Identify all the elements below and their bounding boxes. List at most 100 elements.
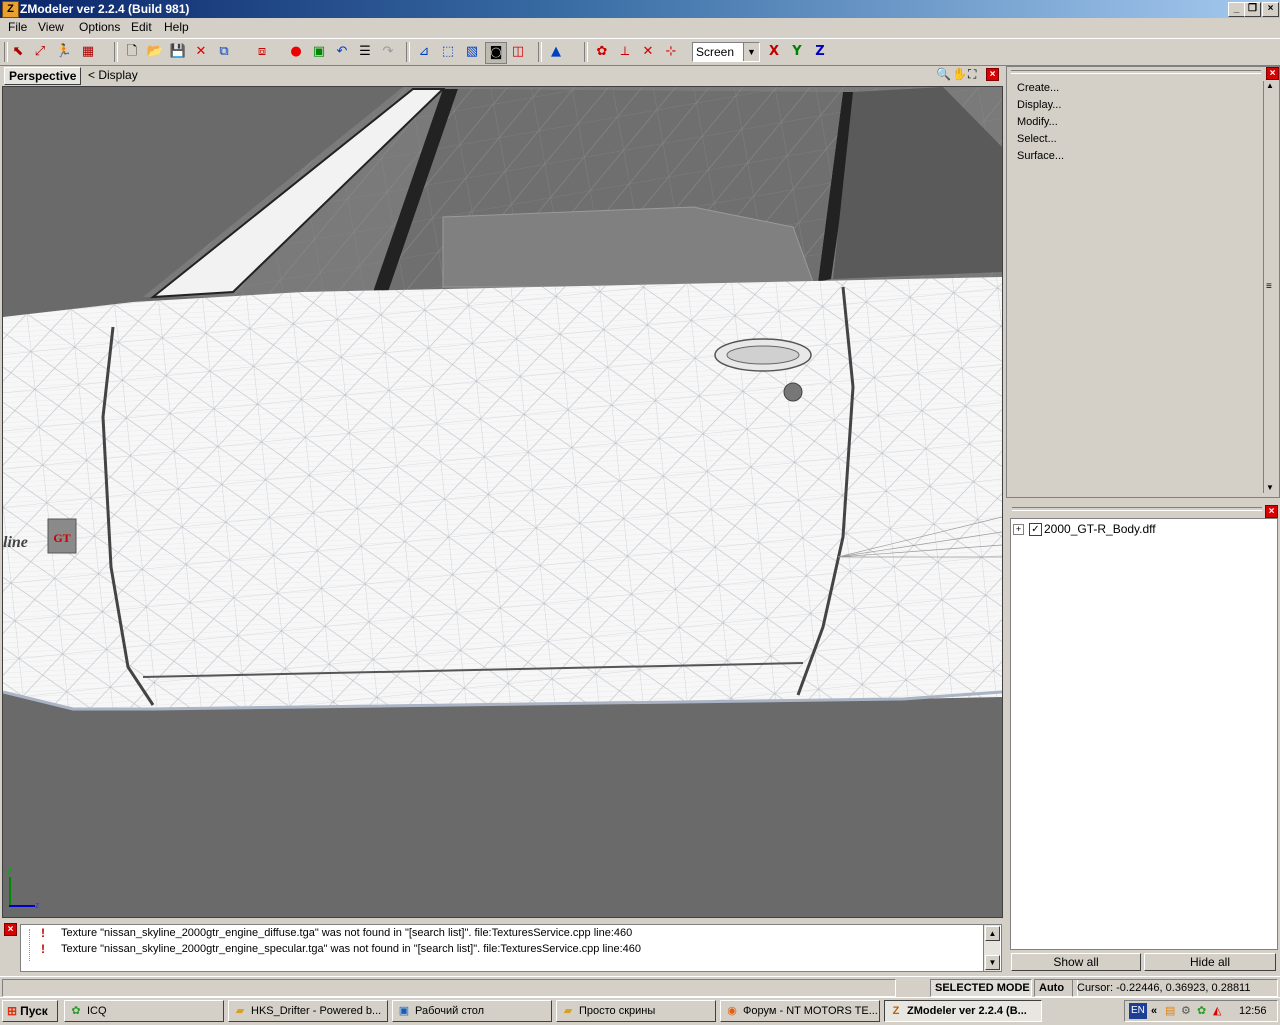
viewport-tab-perspective[interactable]: Perspective <box>4 67 82 85</box>
perspective-viewport[interactable]: GT line y z <box>2 86 1003 918</box>
multi-select-icon[interactable]: ▦ <box>78 42 98 62</box>
axis-gizmo-y-line <box>9 877 11 907</box>
axis-arrow-icon[interactable]: ▲ <box>546 42 566 62</box>
axis-x-toggle[interactable]: X <box>764 42 784 62</box>
coord-system-select[interactable]: Screen ▼ <box>692 42 760 62</box>
tray-app-icon[interactable]: ▤ <box>1165 1001 1175 1021</box>
save-icon[interactable]: 💾 <box>168 42 188 62</box>
cube-solid-icon[interactable]: ▧ <box>462 42 482 62</box>
close-tree-panel-icon[interactable]: × <box>1265 505 1278 518</box>
menu-options[interactable]: Options <box>73 20 126 35</box>
pan-hand-icon[interactable]: ✋ <box>952 67 967 81</box>
menu-file[interactable]: File <box>2 20 33 35</box>
command-display[interactable]: Display... <box>1017 97 1061 113</box>
warning-icon: ! <box>41 926 45 940</box>
toolbar-separator <box>406 42 410 62</box>
tray-expand-chevron[interactable]: « <box>1151 1001 1157 1021</box>
scroll-down-icon[interactable]: ▼ <box>1266 483 1274 492</box>
task-hks-drifter[interactable]: ▰ HKS_Drifter - Powered b... <box>228 1000 388 1022</box>
app-icon[interactable]: Z <box>2 1 19 18</box>
language-indicator[interactable]: EN <box>1129 1003 1147 1019</box>
task-label: Рабочий стол <box>415 1005 485 1017</box>
open-folder-icon[interactable]: 📂 <box>145 42 165 62</box>
toolbar-separator <box>584 42 588 62</box>
scroll-grip-icon[interactable]: ≡ <box>1266 281 1272 292</box>
icq-tray-icon[interactable]: ✿ <box>1197 1001 1206 1021</box>
command-select[interactable]: Select... <box>1017 131 1057 147</box>
close-button[interactable]: × <box>1262 2 1279 17</box>
start-label: Пуск <box>20 1004 48 1018</box>
export-icon[interactable]: ⧈ <box>252 42 272 62</box>
task-label: ICQ <box>87 1005 107 1017</box>
scroll-up-icon[interactable]: ▲ <box>1266 81 1274 90</box>
axis-yz-icon[interactable]: ✕ <box>638 42 658 62</box>
select-tool-icon[interactable]: ⬉ <box>8 42 28 62</box>
task-label: HKS_Drifter - Powered b... <box>251 1005 382 1017</box>
minimize-button[interactable]: _ <box>1228 2 1245 17</box>
axis-y-toggle[interactable]: Y <box>787 42 807 62</box>
expand-icon[interactable]: + <box>1013 524 1024 535</box>
new-file-icon[interactable]: 🗋 <box>122 42 142 62</box>
task-icq[interactable]: ✿ ICQ <box>64 1000 224 1022</box>
command-scrollbar[interactable]: ▲ ≡ ▼ <box>1263 81 1276 493</box>
redo-icon[interactable]: ↷ <box>378 42 398 62</box>
status-message <box>2 979 896 997</box>
select-move-icon[interactable]: ⤢ <box>30 42 50 62</box>
cube-wire-icon[interactable]: ⬚ <box>438 42 458 62</box>
zoom-icon[interactable]: 🔍 <box>936 67 951 81</box>
chevron-down-icon[interactable]: ▼ <box>743 43 759 61</box>
visibility-checkbox[interactable]: ✓ <box>1029 523 1042 536</box>
command-modify[interactable]: Modify... <box>1017 114 1058 130</box>
texture-icon[interactable]: ✿ <box>592 42 612 62</box>
panel-grip <box>1011 70 1261 74</box>
task-zmodeler[interactable]: Z ZModeler ver 2.2.4 (B... <box>884 1000 1042 1022</box>
hide-all-button[interactable]: Hide all <box>1144 953 1276 971</box>
task-desktop[interactable]: ▣ Рабочий стол <box>392 1000 552 1022</box>
zmodeler-icon: Z <box>892 1005 900 1017</box>
snapshot-icon[interactable]: ▣ <box>309 42 329 62</box>
cube-selected-icon[interactable]: ◙ <box>485 42 507 64</box>
axis-gizmo-y-label: y <box>7 865 12 875</box>
display-toggle[interactable]: < Display <box>88 67 138 83</box>
axis-xy-icon[interactable]: ⟂ <box>615 42 635 62</box>
scroll-up-icon[interactable]: ▲ <box>985 926 1000 941</box>
status-cursor: Cursor: -0.22446, 0.36923, 0.28811 <box>1072 979 1278 997</box>
vertex-mode-icon[interactable]: ⊿ <box>414 42 434 62</box>
log-scrollbar[interactable]: ▲ ▼ <box>983 925 1000 971</box>
task-label: Просто скрины <box>579 1005 656 1017</box>
show-all-button[interactable]: Show all <box>1011 953 1141 971</box>
properties-icon[interactable]: ☰ <box>355 42 375 62</box>
menu-edit[interactable]: Edit <box>125 20 158 35</box>
start-button[interactable]: ⊞ Пуск <box>2 1000 58 1022</box>
folder-icon: ▰ <box>235 1005 245 1017</box>
task-screens-folder[interactable]: ▰ Просто скрины <box>556 1000 716 1022</box>
command-surface[interactable]: Surface... <box>1017 148 1064 164</box>
undo-icon[interactable]: ↶ <box>332 42 352 62</box>
object-tree: + ✓ 2000_GT-R_Body.dff <box>1010 518 1278 950</box>
record-icon[interactable]: ● <box>286 42 306 62</box>
task-forum-firefox[interactable]: ◉ Форум - NT MOTORS TE... <box>720 1000 880 1022</box>
maximize-viewport-icon[interactable]: ⛶ <box>968 67 976 82</box>
svg-text:GT: GT <box>53 531 70 545</box>
menu-view[interactable]: View <box>32 20 70 35</box>
close-viewport-icon[interactable]: × <box>986 68 999 81</box>
task-label: Форум - NT MOTORS TE... <box>743 1005 878 1017</box>
toolbar-separator <box>538 42 542 62</box>
close-command-panel-icon[interactable]: × <box>1266 67 1279 80</box>
toolbar: ⬉ ⤢ 🏃 ▦ 🗋 📂 💾 ✕ ⧉ ⧈ ● ▣ ↶ ☰ ↷ ⊿ ⬚ ▧ ◙ ◫ … <box>0 38 1280 66</box>
axis-z-toggle[interactable]: Z <box>810 42 830 62</box>
axis-xz-icon[interactable]: ⊹ <box>661 42 681 62</box>
network-icon[interactable]: ⚙ <box>1181 1001 1191 1021</box>
antivirus-icon[interactable]: ◭ <box>1213 1001 1221 1021</box>
menu-help[interactable]: Help <box>158 20 195 35</box>
cube-red-icon[interactable]: ◫ <box>508 42 528 62</box>
command-create[interactable]: Create... <box>1017 80 1059 96</box>
delete-icon[interactable]: ✕ <box>191 42 211 62</box>
close-log-icon[interactable]: × <box>4 923 17 936</box>
run-icon[interactable]: 🏃 <box>54 42 74 62</box>
scroll-down-icon[interactable]: ▼ <box>985 955 1000 970</box>
tree-item-body[interactable]: 2000_GT-R_Body.dff <box>1044 522 1156 536</box>
import-icon[interactable]: ⧉ <box>214 42 234 62</box>
restore-button[interactable]: ❐ <box>1244 2 1261 17</box>
panel-grip <box>1012 507 1262 511</box>
